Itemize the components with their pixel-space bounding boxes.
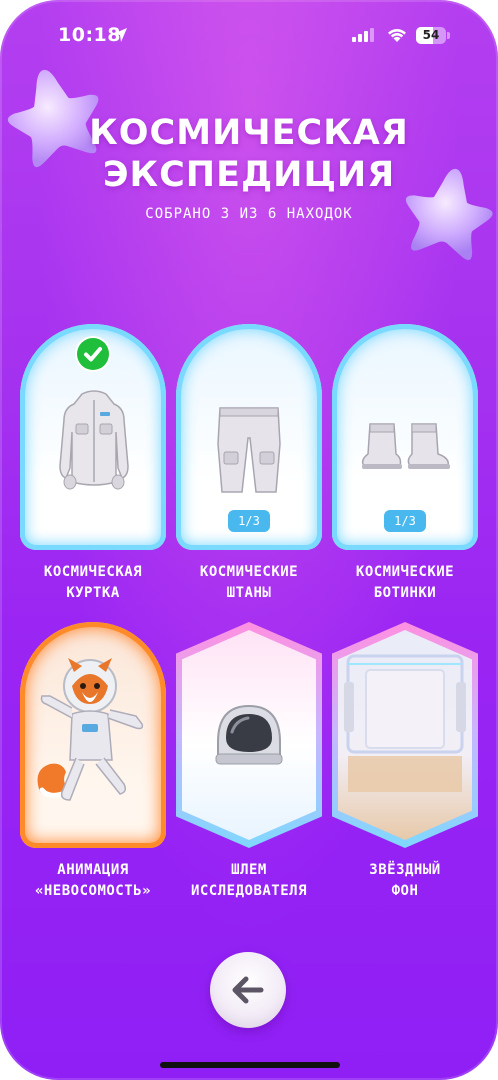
title-line-2: ЭКСПЕДИЦИЯ xyxy=(102,155,396,195)
label-line: КОСМИЧЕСКИЕ xyxy=(355,564,455,580)
label-line: КОСМИЧЕСКИЕ xyxy=(199,564,299,580)
check-icon xyxy=(77,338,109,370)
label-line: КУРТКА xyxy=(66,585,120,601)
label-line: ФОН xyxy=(391,883,419,899)
item-card-space-boots[interactable]: 1/3 xyxy=(332,324,478,550)
item-label-space-boots: КОСМИЧЕСКИЕ БОТИНКИ xyxy=(325,562,485,604)
astronaut-fox-icon xyxy=(37,658,144,801)
label-line: ШТАНЫ xyxy=(226,585,272,601)
signal-icon xyxy=(352,28,374,42)
battery-icon: 54 xyxy=(416,27,450,44)
item-label-space-jacket: КОСМИЧЕСКАЯ КУРТКА xyxy=(13,562,173,604)
title-line-1: КОСМИЧЕСКАЯ xyxy=(89,113,409,153)
label-line: ИССЛЕДОВАТЕЛЯ xyxy=(190,883,308,899)
collection-progress-text: СОБРАНО 3 ИЗ 6 НАХОДОК xyxy=(145,206,353,222)
item-label-explorer-helmet: ШЛЕМ ИССЛЕДОВАТЕЛЯ xyxy=(169,860,329,902)
back-button[interactable] xyxy=(210,952,286,1028)
label-line: ЗВЁЗДНЫЙ xyxy=(369,862,441,878)
battery-level: 54 xyxy=(422,28,440,42)
space-boots-icon xyxy=(361,423,450,469)
label-line: «НЕВОСОМОСТЬ» xyxy=(34,883,152,899)
space-helmet-icon xyxy=(215,704,283,765)
item-card-space-pants[interactable]: 1/3 xyxy=(176,324,322,550)
label-line: КОСМИЧЕСКАЯ xyxy=(43,564,143,580)
label-line: ШЛЕМ xyxy=(231,862,267,878)
label-line: БОТИНКИ xyxy=(373,585,437,601)
spaceship-room-icon xyxy=(344,654,466,792)
item-card-starry-background[interactable] xyxy=(332,622,478,848)
home-indicator[interactable] xyxy=(160,1062,340,1068)
item-card-zero-gravity-animation[interactable] xyxy=(20,622,166,848)
item-label-zero-gravity-animation: АНИМАЦИЯ «НЕВОСОМОСТЬ» xyxy=(13,860,173,902)
status-bar: 10:18 54 xyxy=(0,24,498,52)
space-pants-icon xyxy=(217,407,281,493)
space-jacket-icon xyxy=(59,390,129,490)
location-arrow-icon xyxy=(113,28,127,42)
label-line: АНИМАЦИЯ xyxy=(57,862,129,878)
item-card-explorer-helmet[interactable] xyxy=(176,622,322,848)
arrow-left-icon xyxy=(232,976,264,1004)
item-card-space-jacket[interactable] xyxy=(20,324,166,550)
item-label-starry-background: ЗВЁЗДНЫЙ ФОН xyxy=(325,860,485,902)
phone-screen: 10:18 54 КОСМИЧЕСКАЯ ЭКСПЕДИЦИЯ СОБРАНО … xyxy=(0,0,498,1080)
wifi-icon xyxy=(388,29,406,42)
item-label-space-pants: КОСМИЧЕСКИЕ ШТАНЫ xyxy=(169,562,329,604)
page-title: КОСМИЧЕСКАЯ ЭКСПЕДИЦИЯ xyxy=(0,112,498,196)
progress-badge: 1/3 xyxy=(384,510,426,532)
progress-badge: 1/3 xyxy=(228,510,270,532)
